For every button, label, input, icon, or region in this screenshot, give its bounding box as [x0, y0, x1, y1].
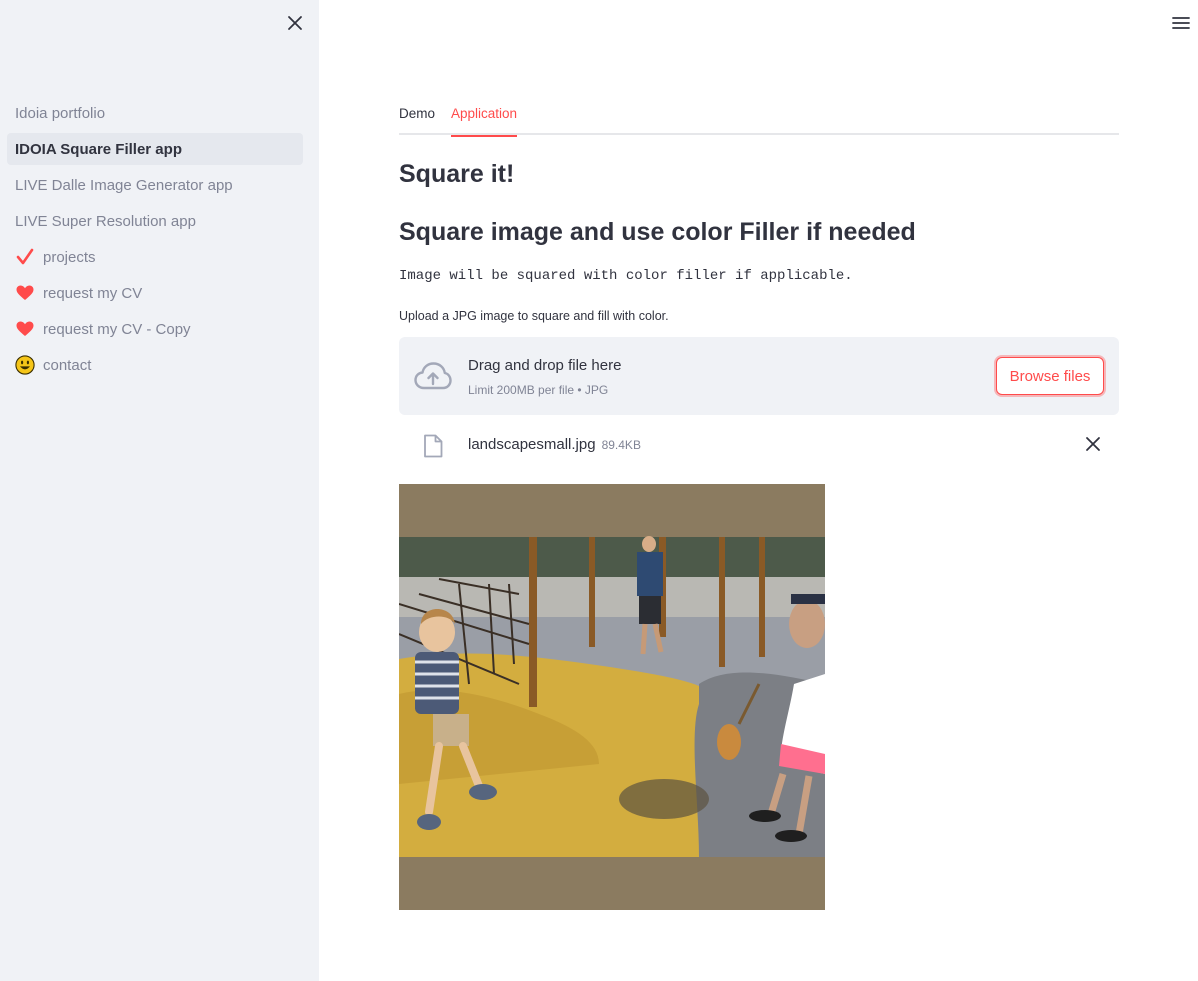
sidebar-item-label: contact — [43, 356, 92, 374]
sidebar-item-request-cv[interactable]: request my CV — [7, 277, 303, 309]
tab-demo[interactable]: Demo — [399, 97, 435, 135]
main-menu-icon[interactable] — [1170, 12, 1192, 34]
sidebar-item-idoia-portfolio[interactable]: Idoia portfolio — [7, 97, 303, 129]
sidebar-item-label: projects — [43, 248, 96, 266]
sidebar-item-label: request my CV — [43, 284, 143, 302]
sidebar-item-dalle-generator[interactable]: LIVE Dalle Image Generator app — [7, 169, 303, 201]
page-subtitle: Square image and use color Filler if nee… — [399, 218, 916, 246]
heart-icon — [15, 319, 35, 339]
close-sidebar-icon[interactable] — [284, 12, 306, 34]
sidebar-item-label: IDOIA Square Filler app — [15, 140, 182, 158]
sidebar-item-super-resolution[interactable]: LIVE Super Resolution app — [7, 205, 303, 237]
browse-files-button[interactable]: Browse files — [996, 357, 1104, 395]
sidebar-nav: Idoia portfolio IDOIA Square Filler app … — [7, 97, 303, 385]
dropzone-limit: Limit 200MB per file • JPG — [468, 383, 609, 397]
dropzone-title: Drag and drop file here — [468, 357, 622, 374]
file-name-text: landscapesmall.jpg — [468, 436, 596, 453]
file-name: landscapesmall.jpg 89.4KB — [468, 436, 641, 453]
uploaded-file-row: landscapesmall.jpg 89.4KB — [399, 425, 1119, 465]
sidebar-item-label: request my CV - Copy — [43, 320, 191, 338]
file-size: 89.4KB — [601, 438, 641, 452]
sidebar-item-projects[interactable]: projects — [7, 241, 303, 273]
sidebar-item-request-cv-copy[interactable]: request my CV - Copy — [7, 313, 303, 345]
sidebar: Idoia portfolio IDOIA Square Filler app … — [0, 0, 319, 981]
sidebar-item-square-filler[interactable]: IDOIA Square Filler app — [7, 133, 303, 165]
cloud-upload-icon — [414, 361, 452, 391]
file-icon — [423, 434, 443, 458]
smiley-icon — [15, 355, 35, 375]
tab-bar: Demo Application — [399, 97, 1119, 137]
remove-file-icon[interactable] — [1083, 434, 1103, 454]
file-dropzone[interactable]: Drag and drop file here Limit 200MB per … — [399, 337, 1119, 415]
heart-icon — [15, 283, 35, 303]
sidebar-item-label: Idoia portfolio — [15, 104, 106, 122]
upload-label: Upload a JPG image to square and fill wi… — [399, 309, 669, 323]
squared-result-image — [398, 484, 825, 910]
sidebar-item-label: LIVE Super Resolution app — [15, 212, 196, 230]
tab-application[interactable]: Application — [451, 97, 518, 137]
sidebar-item-contact[interactable]: contact — [7, 349, 303, 381]
sidebar-item-label: LIVE Dalle Image Generator app — [15, 176, 233, 194]
check-icon — [15, 247, 35, 267]
description-text: Image will be squared with color filler … — [399, 268, 853, 284]
page-title: Square it! — [399, 160, 515, 188]
